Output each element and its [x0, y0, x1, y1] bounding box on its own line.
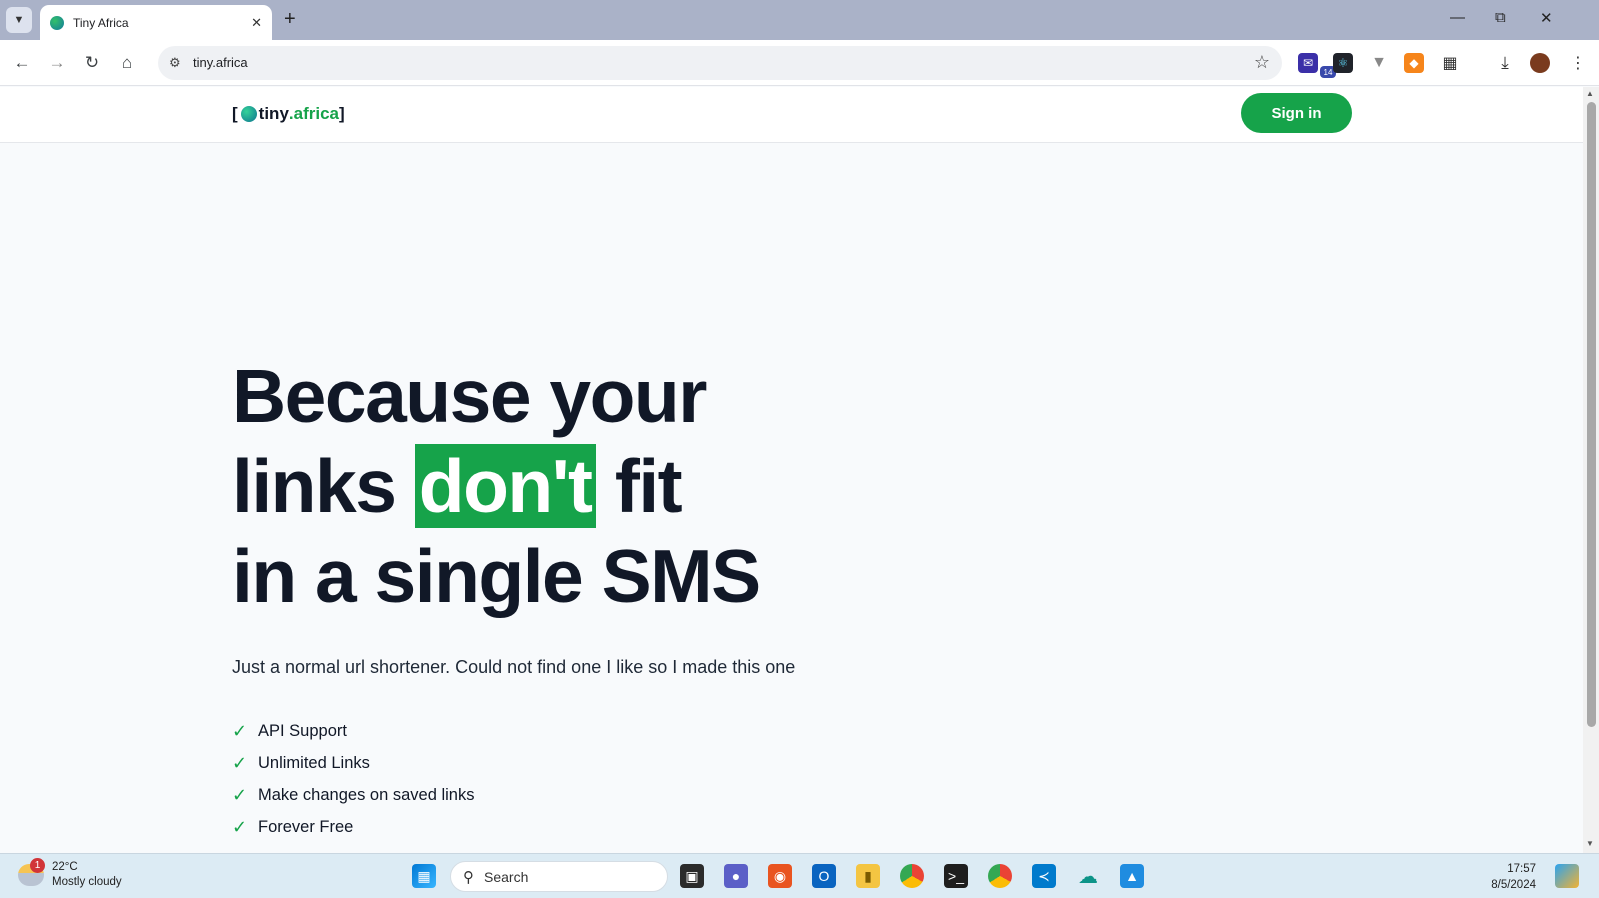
scroll-up-arrow-icon[interactable]: ▲: [1586, 89, 1594, 98]
browser-toolbar: ← → ↻ ⌂ ⚙ tiny.africa ☆ ✉ 14 ⚛ ▼ ◆ ▦ ⤓ ⋮: [0, 40, 1599, 86]
logo-open-bracket: [: [232, 104, 238, 123]
minimize-icon[interactable]: —: [1450, 9, 1465, 26]
window-close-icon[interactable]: ✕: [1540, 9, 1553, 27]
restore-icon[interactable]: ⧉: [1495, 9, 1506, 26]
feature-label: Forever Free: [258, 817, 354, 836]
feature-label: API Support: [258, 721, 347, 740]
hero-line-1: Because your: [232, 354, 707, 438]
globe-favicon-icon: [50, 15, 64, 30]
active-tab[interactable]: Tiny Africa ✕: [40, 5, 272, 40]
feature-item: ✓ API Support: [232, 715, 474, 747]
taskbar-search[interactable]: ⚲ Search: [450, 861, 668, 892]
metamask-fox-icon[interactable]: ◆: [1404, 53, 1424, 73]
check-icon: ✓: [232, 720, 248, 741]
download-icon[interactable]: ⤓: [1495, 53, 1515, 73]
check-icon: ✓: [232, 752, 248, 773]
extension-mail-icon[interactable]: ✉: [1298, 53, 1318, 73]
weather-text: 22°C Mostly cloudy: [52, 860, 122, 890]
chrome-icon[interactable]: [900, 864, 924, 888]
photos-app-icon[interactable]: ▲: [1120, 864, 1144, 888]
file-explorer-icon[interactable]: ▮: [856, 864, 880, 888]
cloudy-weather-icon: 1: [18, 858, 45, 886]
extensions-puzzle-icon[interactable]: ▦: [1440, 53, 1460, 73]
windows-taskbar: 1 22°C Mostly cloudy ▦ ⚲ Search ▣ ● ◉ O …: [0, 853, 1599, 898]
taskbar-search-label: Search: [484, 868, 529, 885]
back-icon[interactable]: ←: [10, 51, 34, 75]
scroll-down-arrow-icon[interactable]: ▼: [1586, 839, 1594, 848]
tab-title: Tiny Africa: [73, 15, 129, 30]
check-icon: ✓: [232, 784, 248, 805]
bookmark-star-icon[interactable]: ☆: [1254, 52, 1270, 73]
hero-highlight: don't: [414, 444, 596, 528]
terminal-icon[interactable]: >_: [944, 864, 968, 888]
cloud-upload-icon[interactable]: ☁: [1076, 864, 1100, 888]
chrome-profile-icon[interactable]: [988, 864, 1012, 888]
logo-tld: .africa: [288, 104, 339, 123]
task-view-icon[interactable]: ▣: [680, 864, 704, 888]
feature-item: ✓ Forever Free: [232, 811, 474, 843]
clock-time: 17:57: [1507, 863, 1536, 875]
url-text[interactable]: tiny.africa: [193, 55, 248, 70]
outlook-icon[interactable]: O: [812, 864, 836, 888]
hero-word-fit: fit: [614, 444, 683, 528]
react-devtools-icon[interactable]: ⚛: [1333, 53, 1353, 73]
sign-in-button[interactable]: Sign in: [1241, 93, 1352, 133]
windows-start-icon[interactable]: ▦: [412, 864, 436, 888]
feature-item: ✓ Unlimited Links: [232, 747, 474, 779]
forward-icon[interactable]: →: [45, 51, 69, 75]
page-scrollbar[interactable]: ▲ ▼: [1583, 87, 1599, 853]
tab-search-button[interactable]: ▼: [6, 7, 32, 33]
page-content: [ tiny .africa ] Sign in Because your li…: [0, 87, 1583, 853]
weather-widget[interactable]: 1 22°C Mostly cloudy: [18, 858, 122, 890]
logo-close-bracket: ]: [339, 104, 345, 123]
site-header: [ tiny .africa ] Sign in: [0, 87, 1583, 143]
ubuntu-icon[interactable]: ◉: [768, 864, 792, 888]
copilot-icon[interactable]: [1555, 864, 1579, 888]
reload-icon[interactable]: ↻: [80, 51, 104, 75]
hero-heading: Because your links don't fit in a single…: [232, 351, 761, 621]
hero-line-2: links don't fit: [232, 441, 760, 531]
weather-notification-badge: 1: [30, 858, 45, 873]
vue-devtools-icon[interactable]: ▼: [1369, 53, 1389, 73]
new-tab-button[interactable]: +: [284, 9, 296, 29]
feature-item: ✓ Make changes on saved links: [232, 779, 474, 811]
close-tab-icon[interactable]: ✕: [251, 15, 262, 31]
check-icon: ✓: [232, 816, 248, 837]
system-clock[interactable]: 17:57 8/5/2024: [1484, 861, 1536, 893]
vscode-icon[interactable]: ≺: [1032, 864, 1056, 888]
menu-kebab-icon[interactable]: ⋮: [1568, 53, 1588, 73]
feature-label: Make changes on saved links: [258, 785, 475, 804]
scroll-thumb[interactable]: [1587, 102, 1596, 727]
profile-avatar[interactable]: [1530, 53, 1550, 73]
site-logo[interactable]: [ tiny .africa ]: [232, 104, 345, 124]
weather-condition: Mostly cloudy: [52, 876, 122, 888]
hero-line-3: in a single SMS: [232, 534, 761, 618]
search-icon: ⚲: [463, 868, 474, 886]
weather-temperature: 22°C: [52, 861, 78, 873]
feature-label: Unlimited Links: [258, 753, 370, 772]
address-bar[interactable]: ⚙ tiny.africa ☆: [158, 46, 1282, 80]
globe-icon: [240, 106, 257, 122]
logo-name: tiny: [258, 104, 289, 123]
clock-date: 8/5/2024: [1491, 879, 1536, 891]
feature-list: ✓ API Support ✓ Unlimited Links ✓ Make chan…: [232, 715, 474, 843]
chevron-down-icon: ▼: [13, 14, 25, 26]
hero-word-links: links: [232, 444, 397, 528]
browser-tab-strip: ▼ Tiny Africa ✕ + — ⧉ ✕: [0, 0, 1599, 40]
home-icon[interactable]: ⌂: [115, 51, 139, 75]
site-info-icon[interactable]: ⚙: [169, 55, 181, 71]
hero-subtitle: Just a normal url shortener. Could not f…: [232, 657, 796, 677]
teams-chat-icon[interactable]: ●: [724, 864, 748, 888]
